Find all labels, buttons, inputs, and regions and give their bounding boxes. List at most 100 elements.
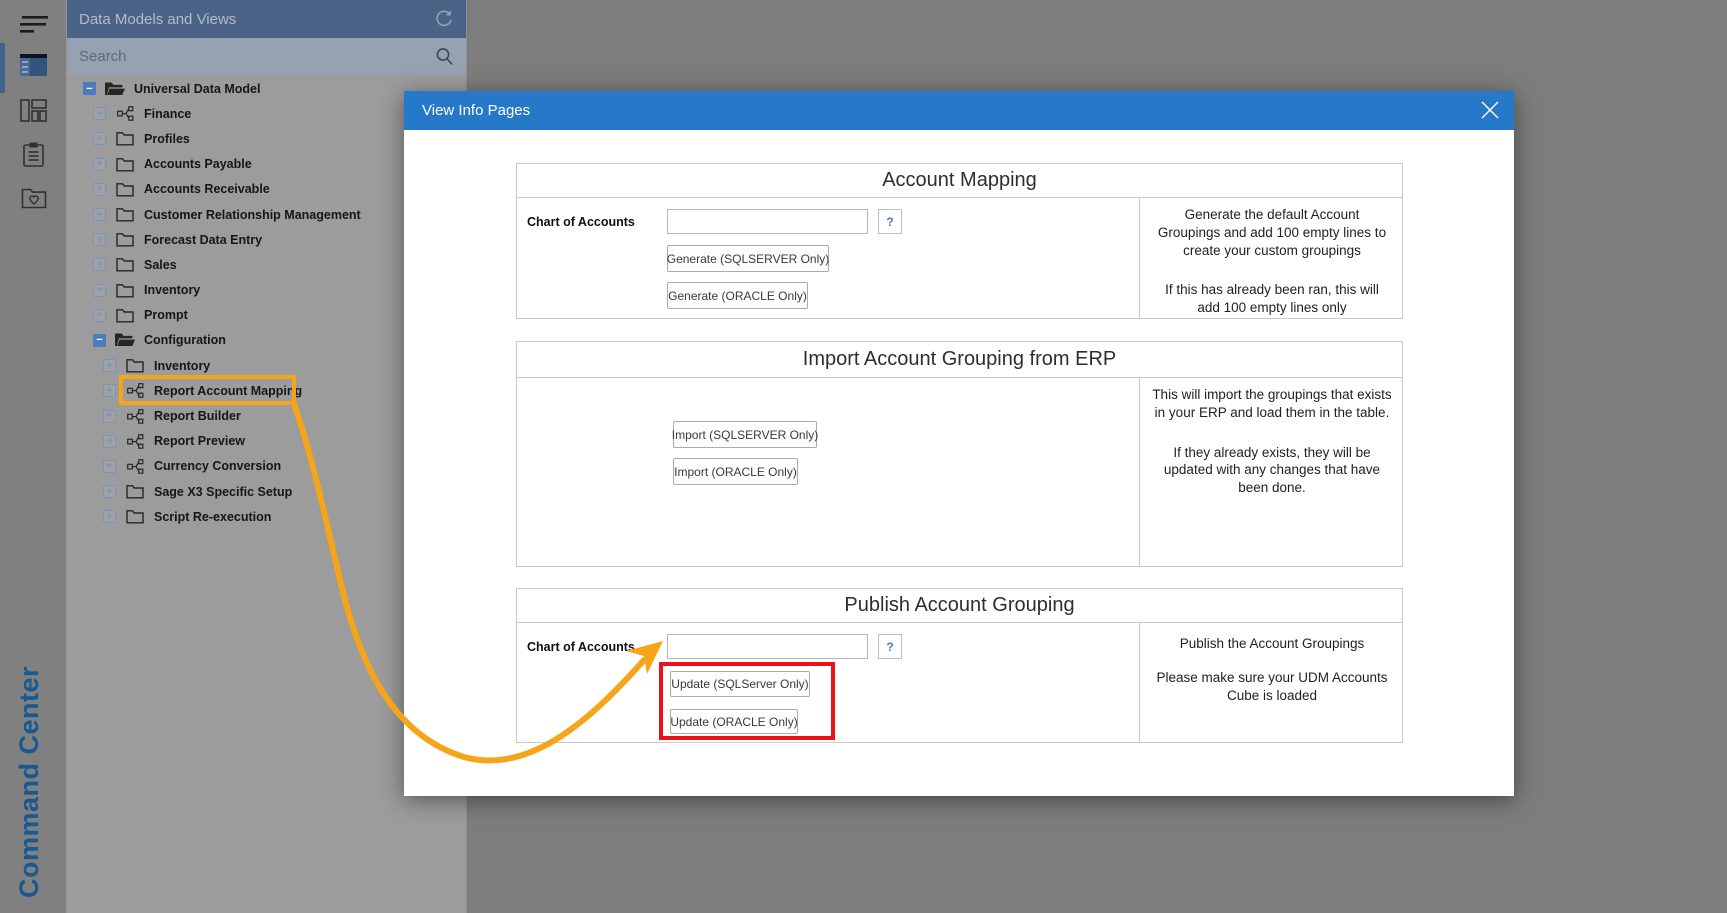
nav-tasks[interactable]	[0, 132, 67, 176]
menu-icon	[19, 11, 49, 37]
import-oracle-button[interactable]: Import (ORACLE Only)	[673, 458, 798, 485]
expand-toggle-icon[interactable]: +	[103, 460, 116, 473]
description-paragraph: Generate the default Account Groupings a…	[1152, 206, 1392, 259]
chart-of-accounts-label: Chart of Accounts	[527, 215, 635, 229]
collapse-toggle-icon[interactable]: −	[83, 82, 96, 95]
folder-icon	[114, 283, 136, 298]
tree-item-label: Report Account Mapping	[154, 384, 302, 398]
tree-item-label: Accounts Receivable	[144, 182, 270, 196]
tree-item-label: Profiles	[144, 132, 190, 146]
tree-item-label: Prompt	[144, 308, 188, 322]
import-sqlserver-button[interactable]: Import (SQLSERVER Only)	[673, 421, 817, 448]
view-info-pages-dialog: View Info Pages Account Mapping Chart of…	[404, 91, 1514, 796]
section-description: Publish the Account Groupings Please mak…	[1139, 623, 1404, 743]
node-icon	[124, 459, 146, 474]
tree-item-label: Sales	[144, 258, 177, 272]
expand-toggle-icon[interactable]: +	[93, 284, 106, 297]
tree-item-label: Script Re-execution	[154, 510, 271, 524]
expand-toggle-icon[interactable]: +	[103, 359, 116, 372]
app-screen: Command Center Data Models and Views −	[0, 0, 1727, 913]
menu-button[interactable]	[0, 2, 67, 46]
expand-toggle-icon[interactable]: +	[103, 435, 116, 448]
search-bar	[67, 38, 466, 75]
folder-icon	[114, 308, 136, 323]
folder-icon	[124, 358, 146, 373]
expand-toggle-icon[interactable]: +	[103, 384, 116, 397]
generate-sqlserver-button[interactable]: Generate (SQLSERVER Only)	[667, 245, 829, 272]
section-account-mapping: Account Mapping Chart of Accounts ? Gene…	[516, 163, 1403, 319]
section-title: Publish Account Grouping	[517, 589, 1402, 623]
brand-command-center: Command Center	[14, 676, 45, 898]
tree-item-label: Sage X3 Specific Setup	[154, 485, 292, 499]
panel-title: Data Models and Views	[79, 11, 434, 28]
chart-of-accounts-input[interactable]	[667, 209, 868, 234]
chart-of-accounts-input[interactable]	[667, 634, 868, 659]
nav-favorites[interactable]	[0, 176, 67, 220]
node-icon	[124, 409, 146, 424]
dialog-header: View Info Pages	[404, 91, 1514, 130]
expand-toggle-icon[interactable]: +	[93, 208, 106, 221]
node-icon	[124, 434, 146, 449]
section-description: Generate the default Account Groupings a…	[1139, 198, 1404, 319]
help-button[interactable]: ?	[878, 209, 902, 234]
collapse-toggle-icon[interactable]: −	[93, 334, 106, 347]
help-button[interactable]: ?	[878, 634, 902, 659]
node-icon	[114, 106, 136, 121]
chart-of-accounts-label: Chart of Accounts	[527, 640, 635, 654]
folder-icon	[114, 182, 136, 197]
tree-item-label: Configuration	[144, 333, 226, 347]
tree-item-label: Accounts Payable	[144, 157, 252, 171]
search-icon[interactable]	[435, 47, 454, 66]
generate-oracle-button[interactable]: Generate (ORACLE Only)	[667, 282, 808, 309]
panel-header: Data Models and Views	[67, 0, 466, 38]
section-title: Account Mapping	[517, 164, 1402, 198]
folder-icon	[124, 484, 146, 499]
folder-icon	[114, 131, 136, 146]
folder-open-icon	[104, 81, 126, 97]
expand-toggle-icon[interactable]: +	[93, 158, 106, 171]
description-paragraph: Please make sure your UDM Accounts Cube …	[1152, 669, 1392, 705]
expand-toggle-icon[interactable]: +	[93, 107, 106, 120]
tree-item-label: Finance	[144, 107, 191, 121]
data-models-icon	[20, 54, 47, 76]
expand-toggle-icon[interactable]: +	[93, 309, 106, 322]
expand-toggle-icon[interactable]: +	[103, 410, 116, 423]
folder-icon	[124, 509, 146, 524]
folder-icon	[114, 207, 136, 222]
tree-item-label: Universal Data Model	[134, 82, 260, 96]
section-publish-account-grouping: Publish Account Grouping Chart of Accoun…	[516, 588, 1403, 743]
description-paragraph: This will import the groupings that exis…	[1152, 386, 1392, 422]
section-title: Import Account Grouping from ERP	[517, 342, 1402, 378]
expand-toggle-icon[interactable]: +	[93, 233, 106, 246]
close-icon[interactable]	[1479, 99, 1501, 121]
tree-item-label: Inventory	[144, 283, 200, 297]
layout-icon	[20, 99, 47, 122]
section-description: This will import the groupings that exis…	[1139, 378, 1404, 567]
expand-toggle-icon[interactable]: +	[103, 510, 116, 523]
tree-item-label: Report Builder	[154, 409, 241, 423]
node-icon	[124, 383, 146, 398]
update-sqlserver-button[interactable]: Update (SQLServer Only)	[670, 671, 810, 697]
tree-item-label: Customer Relationship Management	[144, 208, 361, 222]
favorites-folder-icon	[21, 187, 47, 209]
folder-icon	[114, 257, 136, 272]
tree-item-label: Inventory	[154, 359, 210, 373]
expand-toggle-icon[interactable]: +	[93, 132, 106, 145]
nav-layout[interactable]	[0, 88, 67, 132]
expand-toggle-icon[interactable]: +	[103, 485, 116, 498]
nav-data-models[interactable]	[0, 43, 67, 87]
expand-toggle-icon[interactable]: +	[93, 258, 106, 271]
refresh-icon[interactable]	[434, 9, 454, 29]
dialog-title: View Info Pages	[422, 102, 530, 119]
expand-toggle-icon[interactable]: +	[93, 183, 106, 196]
description-paragraph: If they already exists, they will be upd…	[1152, 444, 1392, 497]
search-input[interactable]	[79, 48, 435, 65]
folder-icon	[114, 157, 136, 172]
clipboard-icon	[21, 141, 46, 168]
tree-item-label: Forecast Data Entry	[144, 233, 262, 247]
tree-item-label: Report Preview	[154, 434, 245, 448]
update-oracle-button[interactable]: Update (ORACLE Only)	[670, 709, 798, 734]
tree-item-label: Currency Conversion	[154, 459, 281, 473]
section-import-account-grouping: Import Account Grouping from ERP Import …	[516, 341, 1403, 567]
description-paragraph: Publish the Account Groupings	[1152, 635, 1392, 653]
